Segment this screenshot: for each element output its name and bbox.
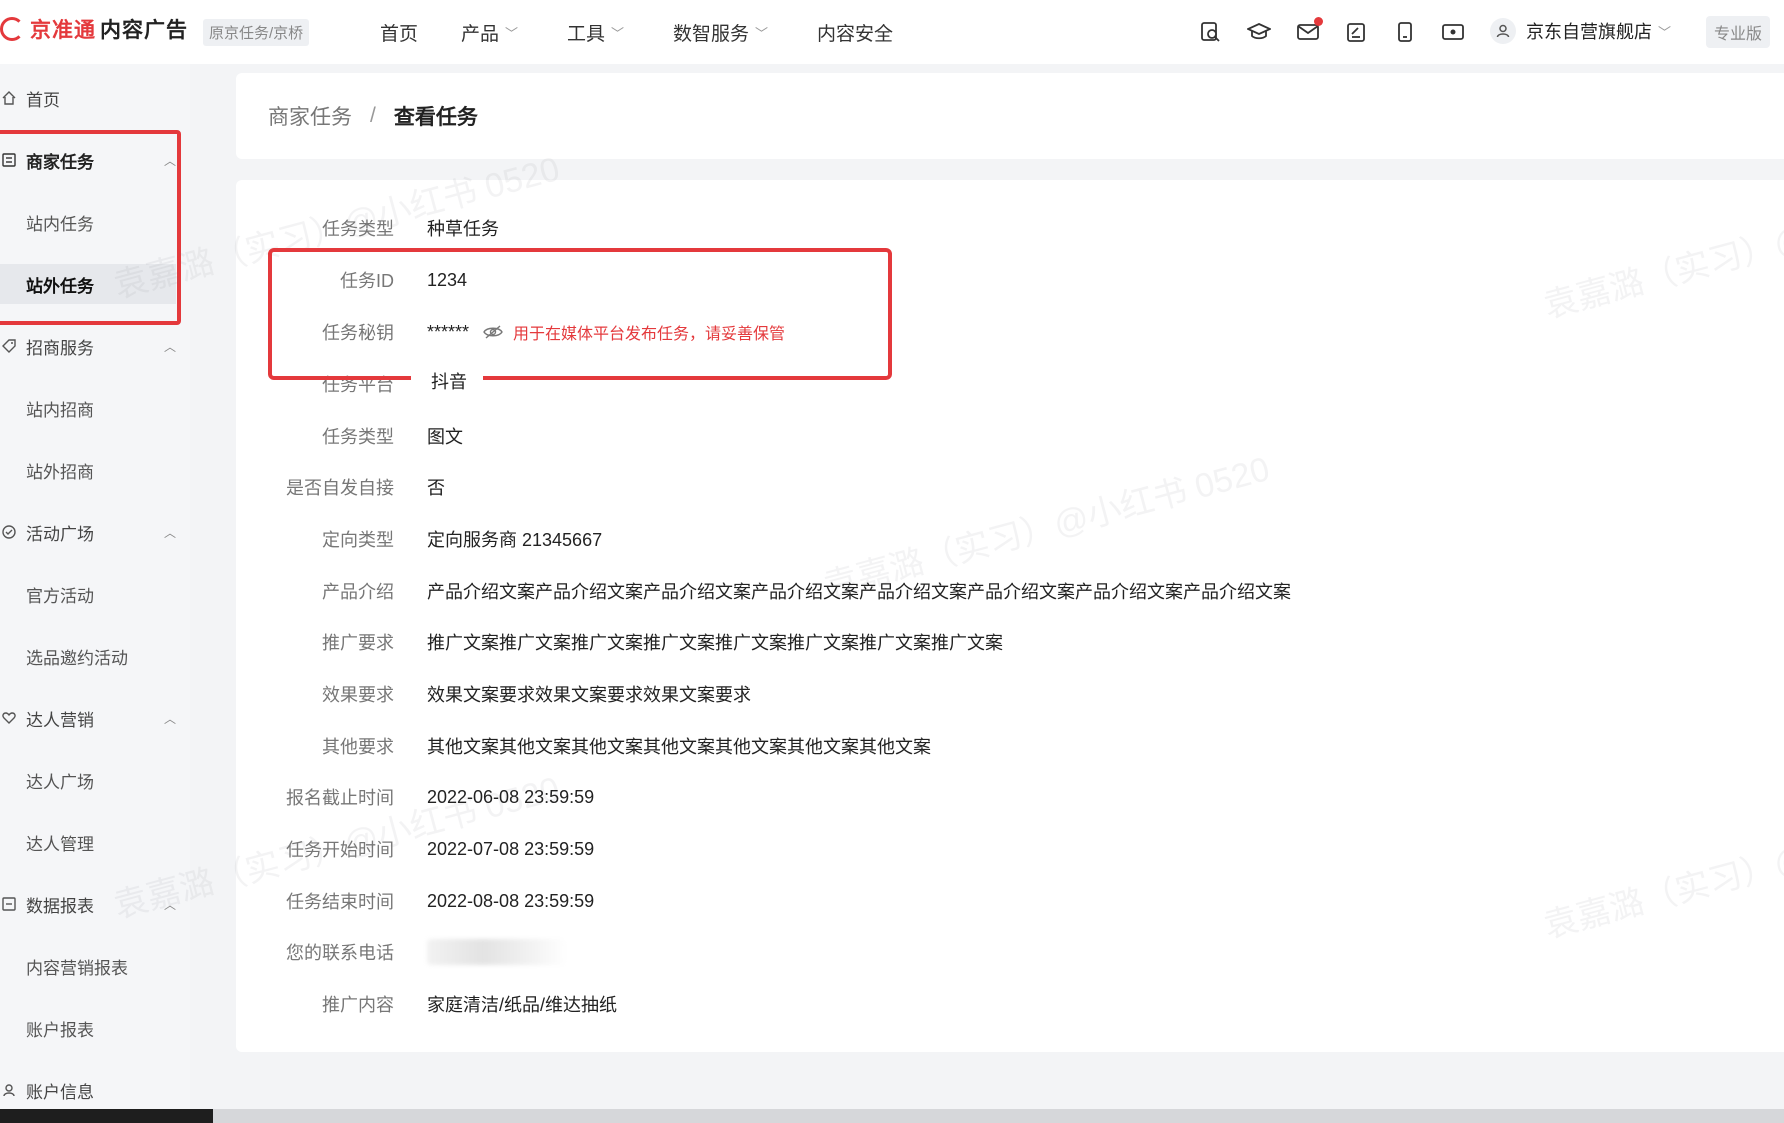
highlight-frame-sidebar [0, 130, 181, 325]
edit-note-icon[interactable] [1344, 20, 1368, 44]
field-signup-deadline: 报名截止时间 2022-06-08 23:59:59 [286, 786, 595, 809]
page: 京准通 内容广告 原京任务/京桥 首页 产品 ﹀ 工具 ﹀ 数智服务 ﹀ 内容安全 [0, 0, 1784, 1123]
breadcrumb-separator: / [370, 104, 376, 127]
user-icon [1490, 18, 1516, 44]
notification-dot [1314, 17, 1323, 26]
sidebar-item-offsite-recruit[interactable]: 站外招商 [0, 450, 190, 490]
chevron-up-icon: ︿ [164, 339, 177, 354]
search-doc-icon[interactable] [1198, 20, 1222, 44]
field-task-end: 任务结束时间 2022-08-08 23:59:59 [286, 890, 595, 913]
platform-value: 抖音 [411, 366, 483, 396]
sidebar-item-content-report[interactable]: 内容营销报表 [0, 946, 190, 986]
account-menu[interactable]: 京东自营旗舰店 ﹀ [1490, 18, 1671, 44]
brand-name-dark: 内容广告 [100, 19, 188, 42]
sidebar-group-activity-plaza[interactable]: 活动广场 ︿ [0, 512, 190, 552]
screen-icon[interactable] [1441, 20, 1465, 44]
field-effect-req: 效果要求 效果文案要求效果文案要求效果文案要求 [322, 685, 751, 705]
brand-name-red: 京准通 [30, 19, 96, 42]
sidebar-item-account-info[interactable]: 账户信息 [0, 1070, 190, 1110]
sidebar-group-recruit-services[interactable]: 招商服务 ︿ [0, 326, 190, 366]
field-targeting-type: 定向类型 定向服务商 21345667 [322, 530, 603, 550]
tag-icon [0, 339, 18, 353]
home-icon [0, 91, 18, 105]
watermark: 袁嘉潞（实习）@小红书 0520 [1539, 170, 1784, 326]
heart-icon [0, 711, 18, 725]
field-other-req: 其他要求 其他文案其他文案其他文案其他文案其他文案其他文案其他文案 [322, 737, 931, 757]
account-icon [0, 1083, 18, 1097]
chevron-down-icon: ﹀ [755, 26, 769, 41]
blurred-phone [427, 939, 567, 965]
bottom-bar-dark [0, 1109, 213, 1123]
chevron-down-icon: ﹀ [611, 26, 625, 41]
field-promo-content: 推广内容 家庭清洁/纸品/维达抽纸 [322, 995, 618, 1015]
mail-icon[interactable] [1296, 17, 1323, 44]
breadcrumb-parent[interactable]: 商家任务 [268, 101, 352, 131]
mobile-icon[interactable] [1393, 20, 1417, 44]
horizontal-scrollbar[interactable] [213, 1109, 1784, 1123]
field-product-intro: 产品介绍 产品介绍文案产品介绍文案产品介绍文案产品介绍文案产品介绍文案产品介绍文案… [322, 582, 1291, 602]
sidebar-item-influencer-manage[interactable]: 达人管理 [0, 822, 190, 862]
store-name: 京东自营旗舰店 [1526, 22, 1652, 42]
field-task-start: 任务开始时间 2022-07-08 23:59:59 [286, 838, 595, 861]
graduation-cap-icon[interactable] [1247, 20, 1271, 44]
field-self-publish: 是否自发自接否 [286, 478, 445, 498]
sidebar-group-influencer-marketing[interactable]: 达人营销 ︿ [0, 698, 190, 738]
field-contact-phone: 您的联系电话 [236, 937, 1736, 967]
brand-ring-icon [0, 17, 24, 41]
edition-badge[interactable]: 专业版 [1706, 16, 1771, 48]
chevron-up-icon: ︿ [164, 897, 177, 912]
nav-content-safety[interactable]: 内容安全 [817, 19, 893, 46]
nav-tools[interactable]: 工具 ﹀ [567, 19, 624, 46]
sidebar-item-influencer-plaza[interactable]: 达人广场 [0, 760, 190, 800]
chevron-up-icon: ︿ [164, 711, 177, 726]
sidebar-item-onsite-recruit[interactable]: 站内招商 [0, 388, 190, 428]
brand-logo[interactable]: 京准通 内容广告 [0, 14, 188, 44]
sidebar-item-account-report[interactable]: 账户报表 [0, 1008, 190, 1048]
top-bar: 京准通 内容广告 原京任务/京桥 首页 产品 ﹀ 工具 ﹀ 数智服务 ﹀ 内容安全 [0, 0, 1784, 64]
field-promotion-req: 推广要求 推广文案推广文案推广文案推广文案推广文案推广文案推广文案推广文案 [322, 633, 1003, 653]
chevron-up-icon: ︿ [164, 525, 177, 540]
chevron-down-icon: ﹀ [505, 26, 519, 41]
page-title: 查看任务 [393, 106, 478, 129]
report-icon [0, 897, 18, 911]
nav-products[interactable]: 产品 ﹀ [461, 19, 518, 46]
chevron-down-icon: ﹀ [1658, 24, 1672, 40]
sidebar-group-data-reports[interactable]: 数据报表 ︿ [0, 884, 190, 924]
field-task-type: 任务类型 图文 [322, 427, 463, 447]
nav-home[interactable]: 首页 [380, 19, 418, 46]
sidebar-item-home[interactable]: 首页 [0, 78, 190, 118]
highlight-frame-id-secret [268, 248, 892, 380]
nav-smart-services[interactable]: 数智服务 ﹀ [673, 19, 768, 46]
tenant-tag: 原京任务/京桥 [203, 19, 310, 46]
sidebar-item-official-activity[interactable]: 官方活动 [0, 574, 190, 614]
breadcrumb: 商家任务 / 查看任务 [236, 73, 1784, 159]
field-task-category: 任务类型 种草任务 [322, 219, 499, 239]
activity-icon [0, 525, 18, 539]
sidebar-item-selection-invite[interactable]: 选品邀约活动 [0, 636, 190, 676]
